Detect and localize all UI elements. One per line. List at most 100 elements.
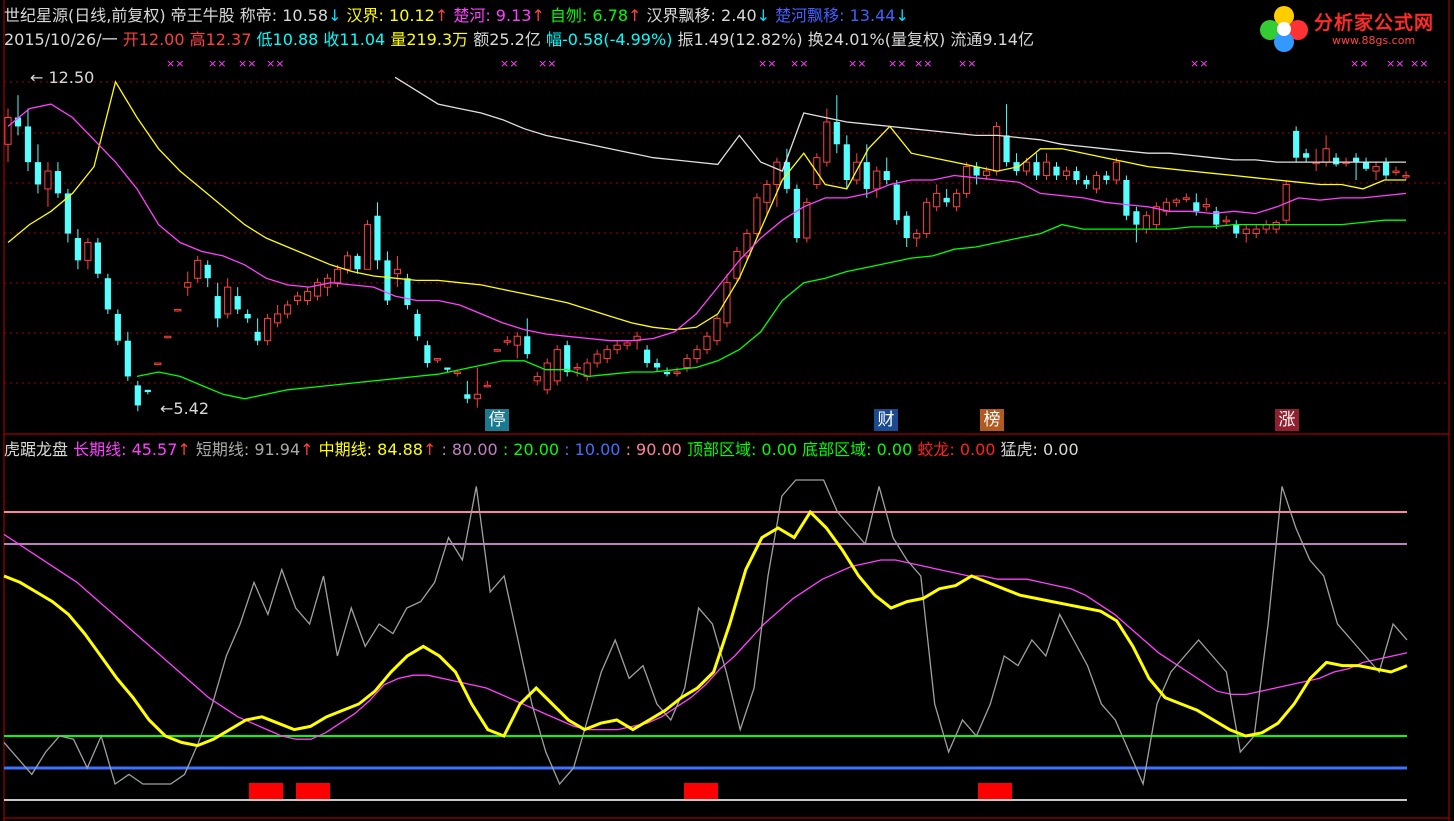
candle-body: [1392, 170, 1400, 174]
candle-body: [354, 255, 361, 270]
signal-marker: ××: [538, 57, 556, 70]
series-line-自刎: [136, 219, 1406, 400]
signal-bar: [249, 783, 283, 799]
candle-body: [963, 166, 971, 194]
candle-body: [703, 335, 711, 351]
candle-body: [1362, 162, 1370, 169]
candle-body: [693, 349, 701, 360]
candle-body: [973, 166, 980, 176]
series-line-中期线: [3, 509, 1408, 748]
signal-bar: [296, 783, 330, 799]
candle-body: [903, 215, 910, 239]
oscillator-item: 虎踞龙盘: [4, 440, 74, 459]
logo-title: 分析家公式网: [1314, 12, 1435, 34]
oscillator-item: : 10.00: [559, 440, 621, 459]
ohlc-info-item: 高12.37: [184, 30, 252, 49]
candle-body: [1073, 171, 1080, 180]
ohlc-info-header: 2015/10/26/一 开12.00 高12.37 低10.88 收11.04…: [4, 30, 1034, 50]
candle-body: [254, 331, 261, 341]
candle-body: [374, 215, 381, 261]
candle-body: [893, 184, 900, 221]
oscillator-item: ↑: [177, 440, 191, 459]
candle-body: [533, 375, 541, 382]
candle-body: [1402, 175, 1410, 178]
candle-body: [214, 296, 221, 319]
candle-body: [444, 367, 451, 370]
price-indicator-item: ↑: [531, 6, 545, 25]
candle-body: [623, 342, 631, 346]
candle-body: [244, 313, 251, 319]
candle-body: [483, 384, 491, 388]
ohlc-info-item: 低10.88: [251, 30, 319, 49]
candle-body: [673, 371, 681, 374]
candle-body: [883, 171, 890, 180]
signal-marker: ××: [958, 57, 976, 70]
candle-body: [1322, 148, 1330, 163]
candle-body: [1242, 228, 1250, 235]
price-indicator-header: 世纪星源(日线,前复权) 帝王牛股 称帝: 10.58↓ 汉界: 10.12↑ …: [4, 6, 909, 26]
candle-body: [613, 344, 621, 351]
marker-badge-stop: 停: [485, 409, 509, 431]
candle-body: [773, 161, 781, 185]
candle-body: [493, 349, 501, 352]
logo-url: www.88gs.com: [1332, 34, 1416, 47]
candle-body: [264, 317, 272, 342]
candle-body: [1252, 228, 1260, 235]
candle-body: [933, 192, 941, 208]
site-logo: 分析家公式网 www.88gs.com: [1256, 2, 1452, 54]
candle-body: [84, 242, 92, 261]
candle-body: [793, 188, 800, 239]
signal-bar: [684, 783, 718, 799]
candle-body: [513, 335, 521, 346]
low-price-label: ←5.42: [160, 399, 209, 418]
price-indicator-item: 帝王牛股: [165, 6, 235, 25]
candle-body: [753, 197, 761, 235]
candle-body: [763, 183, 771, 203]
signal-marker: ××: [166, 57, 184, 70]
candle-body: [524, 336, 531, 355]
candle-body: [293, 295, 302, 302]
candle-body: [284, 304, 292, 315]
price-indicator-item: 汉界飘移: 2.40: [641, 6, 757, 25]
candle-body: [234, 296, 241, 310]
marker-badge-finance: 财: [874, 409, 898, 431]
candle-body: [1262, 224, 1270, 230]
oscillator-header: 虎踞龙盘 长期线: 45.57↑ 短期线: 91.94↑ 中期线: 84.88↑…: [4, 440, 1079, 460]
candle-body: [333, 268, 342, 284]
oscillator-item: 长期线: 45.57: [73, 440, 178, 459]
candle-body: [424, 345, 431, 364]
oscillator-item: 蛟龙: 0.00: [912, 440, 996, 459]
candle-body: [1103, 175, 1110, 180]
candle-body: [1053, 166, 1060, 176]
candle-body: [583, 362, 591, 377]
price-indicator-item: ↓: [895, 6, 909, 25]
candle-body: [1372, 166, 1380, 172]
candle-body: [873, 170, 881, 190]
candle-body: [1193, 202, 1200, 212]
signal-marker: ××: [1190, 57, 1208, 70]
price-indicator-item: 称帝: 10.58: [234, 6, 329, 25]
series-line-汉界飘移: [394, 76, 1406, 172]
signal-marker: ××: [1386, 57, 1404, 70]
candle-body: [393, 268, 402, 275]
candle-body: [414, 313, 421, 337]
ohlc-info-item: 幅-0.58(-4.99%): [540, 30, 673, 49]
candle-body: [603, 349, 611, 360]
candle-body: [274, 313, 282, 324]
ohlc-info-item: 收11.04: [318, 30, 386, 49]
ohlc-info-item: 额25.2亿: [468, 30, 541, 49]
candle-body: [1142, 215, 1150, 230]
oscillator-item: ↑: [300, 440, 314, 459]
price-indicator-item: 楚河飘移: 13.44: [770, 6, 896, 25]
signal-marker: ××: [500, 57, 518, 70]
candle-body: [44, 170, 52, 190]
candle-body: [124, 340, 131, 377]
price-indicator-item: 楚河: 9.13: [448, 6, 532, 25]
candle-body: [803, 201, 811, 239]
ohlc-info-item: 2015/10/26/一: [4, 30, 123, 49]
signal-marker: ××: [1350, 57, 1368, 70]
oscillator-item: 猛虎: 0.00: [995, 440, 1079, 459]
candle-body: [34, 162, 42, 185]
candle-body: [643, 349, 651, 364]
high-price-label: ← 12.50: [30, 68, 94, 87]
